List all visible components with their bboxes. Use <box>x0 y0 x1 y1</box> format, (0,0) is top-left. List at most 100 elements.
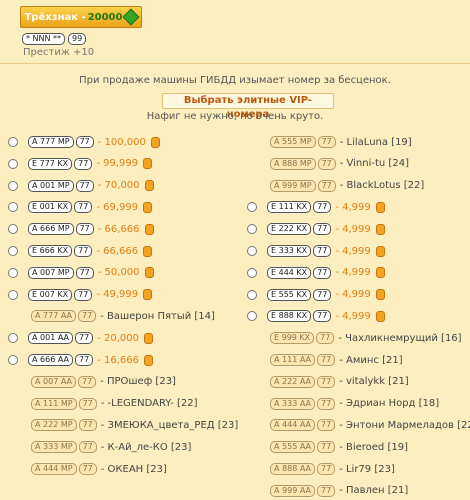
coin-icon <box>375 310 385 322</box>
plate-row[interactable]: E 222 KX 77- 4,999 <box>247 221 385 237</box>
plate-number: A 333 MP <box>31 441 77 454</box>
plate-radio[interactable] <box>8 180 18 191</box>
plate-region: 77 <box>78 463 97 475</box>
vip-plates-button[interactable]: Выбрать элитные VIP-номера <box>162 93 334 120</box>
plate-price: - 50,000 <box>97 267 140 279</box>
plate-number: A 666 MP <box>28 223 74 236</box>
plate-row[interactable]: A 007 MP 77- 50,000 <box>8 265 154 281</box>
plate-row[interactable]: E 777 KX 77- 99,999 <box>8 156 153 172</box>
plate-number: A 777 AA <box>31 310 76 323</box>
plate-region: 77 <box>75 266 94 279</box>
plate-region: 77 <box>313 245 332 257</box>
plate-region: 77 <box>317 136 336 148</box>
plate-row[interactable]: E 666 KX 77- 66,666 <box>8 243 153 259</box>
plate-region: 77 <box>78 441 97 454</box>
plate-owner: - ПРОшеф [23] <box>100 376 176 388</box>
coin-icon <box>143 354 153 366</box>
plate-number: A 222 MP <box>31 419 77 432</box>
plate-radio[interactable] <box>247 224 257 235</box>
plate-region: 77 <box>316 332 335 345</box>
plate-region: 77 <box>317 375 336 388</box>
plate-number: E 222 KX <box>267 223 312 236</box>
plate-region: 77 <box>313 288 332 301</box>
plate-region: 77 <box>313 201 332 214</box>
plate-region: 77 <box>317 463 336 475</box>
plate-row[interactable]: E 888 KX 77- 4,999 <box>247 308 385 324</box>
plate-row[interactable]: A 001 AA 77- 20,000 <box>8 330 153 346</box>
divider <box>0 63 470 64</box>
plate-row[interactable]: E 007 KX 77- 49,999 <box>8 287 153 303</box>
plate-radio[interactable] <box>8 224 18 235</box>
plate-radio[interactable] <box>247 311 257 322</box>
plate-owner: - Эдриан Норд [18] <box>339 398 440 410</box>
plate-region: 77 <box>313 310 332 323</box>
triple-digit-label: Трёхзнак - <box>24 11 86 23</box>
plate-price: - 20,000 <box>97 332 139 344</box>
plate-radio[interactable] <box>8 202 18 213</box>
plate-radio[interactable] <box>8 137 18 147</box>
plate-radio[interactable] <box>8 267 18 278</box>
plate-row: E 999 KX 77- Чахликнемрущий [16] <box>270 330 462 346</box>
coin-icon <box>150 136 160 148</box>
plate-region: 77 <box>317 441 336 454</box>
plate-region: 77 <box>317 484 336 497</box>
plate-region: 77 <box>75 332 94 345</box>
plate-row[interactable]: A 666 MP 77- 66,666 <box>8 221 154 237</box>
plate-radio[interactable] <box>8 158 18 169</box>
plate-row: A 555 MP 77- LilaLuna [19] <box>270 134 412 150</box>
plate-radio[interactable] <box>247 202 257 213</box>
plate-row[interactable]: E 001 KX 77- 69,999 <box>8 199 153 215</box>
plate-radio[interactable] <box>247 267 257 278</box>
plate-row: A 111 AA 77- Аминс [21] <box>270 352 403 368</box>
plate-owner: - -LEGENDARY- [22] <box>100 398 198 410</box>
info-text-useless: Нафиг не нужно, но очень круто. <box>146 111 324 122</box>
plate-row[interactable]: A 777 MP 77- 100,000 <box>8 134 160 150</box>
coin-icon <box>375 223 385 235</box>
plate-number: A 111 MP <box>31 397 77 410</box>
buy-triple-digit-button[interactable]: Трёхзнак - 20000 <box>20 6 142 28</box>
plate-owner: - vitalykk [21] <box>339 376 409 388</box>
plate-radio[interactable] <box>8 355 18 365</box>
plate-region: 77 <box>74 157 93 170</box>
coin-icon <box>375 245 385 257</box>
plate-number: E 001 KX <box>28 201 73 214</box>
plate-price: - 49,999 <box>96 289 139 301</box>
plate-row[interactable]: E 111 KX 77- 4,999 <box>247 199 385 215</box>
prestige-text: Престиж +10 <box>23 47 95 58</box>
coin-icon <box>143 332 153 344</box>
plate-region: 77 <box>75 179 94 192</box>
plate-row[interactable]: E 444 KX 77- 4,999 <box>247 265 385 281</box>
plate-price: - 4,999 <box>335 245 371 257</box>
plate-number: A 001 MP <box>28 179 74 192</box>
plate-number: A 444 MP <box>31 463 77 475</box>
plate-region: 77 <box>78 375 97 388</box>
plate-row[interactable]: E 333 KX 77- 4,999 <box>247 243 385 259</box>
coin-icon <box>143 158 153 170</box>
plate-owner: - Павлен [21] <box>339 485 409 497</box>
plate-number: A 888 AA <box>270 463 315 475</box>
plate-number: * NNN ** <box>22 33 66 45</box>
plate-row[interactable]: A 666 AA 77- 16,666 <box>8 352 153 368</box>
plate-region: 77 <box>317 419 336 432</box>
plate-row[interactable]: E 555 KX 77- 4,999 <box>247 287 385 303</box>
plate-number: E 888 KX <box>267 310 312 323</box>
plate-number: A 555 MP <box>270 136 316 148</box>
plate-row: A 444 MP 77- ОКЕАН [23] <box>31 461 167 477</box>
plate-row[interactable]: A 001 MP 77- 70,000 <box>8 178 154 194</box>
plate-radio[interactable] <box>8 289 18 300</box>
plate-radio[interactable] <box>247 289 257 300</box>
plate-row: A 444 AA 77- Энтони Мармеладов [22] <box>270 417 470 433</box>
plate-number: A 111 AA <box>270 354 315 366</box>
plate-radio[interactable] <box>8 333 18 344</box>
plate-number: A 888 MP <box>270 157 316 170</box>
plate-radio[interactable] <box>247 246 257 256</box>
coin-icon <box>144 180 154 192</box>
plate-owner: - ЗМЕЮКА_цвета_РЕД [23] <box>100 419 239 431</box>
plate-price: - 4,999 <box>335 310 371 322</box>
triple-digit-price: 20000 <box>87 11 123 23</box>
plate-region: 77 <box>317 179 336 192</box>
gem-icon <box>122 8 140 26</box>
plate-region: 77 <box>78 419 97 432</box>
plate-radio[interactable] <box>8 246 18 256</box>
plate-number: A 222 AA <box>270 375 315 388</box>
